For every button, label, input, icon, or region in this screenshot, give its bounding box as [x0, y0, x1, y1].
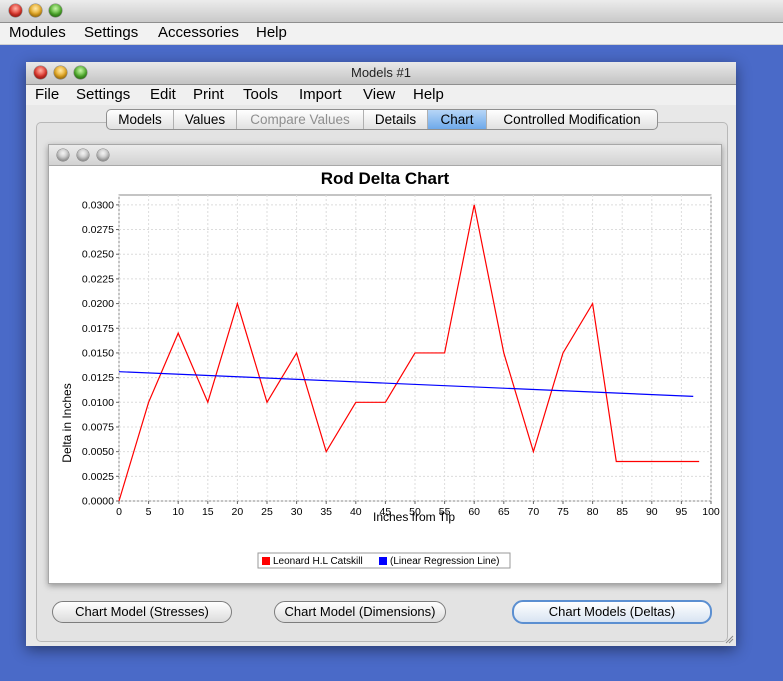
models-window: Models #1 File Settings Edit Print Tools… [26, 62, 736, 646]
y-tick-label: 0.0100 [82, 397, 114, 409]
x-tick-label: 40 [350, 506, 362, 518]
legend-label-regression: (Linear Regression Line) [390, 556, 500, 567]
menu-accessories[interactable]: Accessories [158, 24, 239, 41]
menu-import[interactable]: Import [299, 86, 342, 103]
y-tick-label: 0.0025 [82, 471, 114, 483]
y-tick-label: 0.0125 [82, 372, 114, 384]
x-tick-label: 65 [498, 506, 510, 518]
tab-models[interactable]: Models [107, 110, 174, 129]
y-axis-label: Delta in Inches [60, 383, 74, 462]
x-tick-label: 0 [116, 506, 122, 518]
app-titlebar [0, 0, 783, 23]
menu-modules[interactable]: Modules [9, 24, 66, 41]
x-tick-label: 70 [528, 506, 540, 518]
y-tick-label: 0.0225 [82, 273, 114, 285]
tab-controlled-modification[interactable]: Controlled Modification [487, 110, 657, 129]
x-tick-label: 95 [676, 506, 688, 518]
x-tick-label: 100 [702, 506, 720, 518]
legend-label-main: Leonard H.L Catskill [273, 556, 363, 567]
x-tick-label: 30 [291, 506, 303, 518]
menu-view[interactable]: View [363, 86, 395, 103]
x-tick-label: 80 [587, 506, 599, 518]
y-tick-label: 0.0075 [82, 421, 114, 433]
menu-settings[interactable]: Settings [84, 24, 138, 41]
chart-internal-frame: Rod Delta Chart 0 5 10 15 20 25 30 35 40 45 50 55 60… [48, 144, 722, 584]
y-tick-label: 0.0300 [82, 199, 114, 211]
window-menubar: File Settings Edit Print Tools Import Vi… [26, 85, 736, 105]
x-tick-label: 90 [646, 506, 658, 518]
x-tick-label: 5 [146, 506, 152, 518]
x-tick-label: 75 [557, 506, 569, 518]
menu-help[interactable]: Help [413, 86, 444, 103]
close-icon[interactable] [9, 4, 22, 17]
menu-print[interactable]: Print [193, 86, 224, 103]
tab-chart[interactable]: Chart [428, 110, 487, 129]
minimize-icon[interactable] [29, 4, 42, 17]
frame-zoom-icon[interactable] [97, 149, 109, 161]
menu-edit[interactable]: Edit [150, 86, 176, 103]
frame-minimize-icon[interactable] [77, 149, 89, 161]
window-title: Models #1 [351, 65, 411, 80]
x-tick-label: 60 [468, 506, 480, 518]
x-axis-label: Inches from Tip [373, 510, 455, 524]
frame-close-icon[interactable] [57, 149, 69, 161]
legend-swatch-regression [379, 557, 387, 565]
x-tick-label: 85 [616, 506, 628, 518]
x-tick-label: 10 [172, 506, 184, 518]
rod-delta-chart: Rod Delta Chart 0 5 10 15 20 25 30 35 40 45 50 55 60… [60, 169, 720, 569]
y-tick-label: 0.0050 [82, 446, 114, 458]
chart-deltas-button[interactable]: Chart Models (Deltas) [512, 600, 712, 624]
menu-help[interactable]: Help [256, 24, 287, 41]
menu-tools[interactable]: Tools [243, 86, 278, 103]
chart-legend: Leonard H.L Catskill (Linear Regression … [257, 552, 511, 569]
zoom-icon[interactable] [49, 4, 62, 17]
chart-frame-titlebar[interactable] [49, 145, 721, 166]
tab-bar: Models Values Compare Values Details Cha… [106, 109, 658, 130]
resize-grip-icon[interactable] [724, 634, 734, 644]
window-titlebar[interactable]: Models #1 [26, 62, 736, 85]
y-tick-label: 0.0250 [82, 249, 114, 261]
y-tick-label: 0.0275 [82, 224, 114, 236]
menu-settings[interactable]: Settings [76, 86, 130, 103]
chart-dimensions-button[interactable]: Chart Model (Dimensions) [274, 601, 446, 623]
app-menubar: Modules Settings Accessories Help [0, 23, 783, 45]
x-tick-label: 35 [320, 506, 332, 518]
chart-stresses-button[interactable]: Chart Model (Stresses) [52, 601, 232, 623]
tab-values[interactable]: Values [174, 110, 237, 129]
y-tick-label: 0.0200 [82, 298, 114, 310]
x-tick-label: 20 [232, 506, 244, 518]
x-tick-label: 15 [202, 506, 214, 518]
y-tick-label: 0.0150 [82, 347, 114, 359]
legend-swatch-main [262, 557, 270, 565]
menu-file[interactable]: File [35, 86, 59, 103]
tab-details[interactable]: Details [364, 110, 428, 129]
x-tick-label: 25 [261, 506, 273, 518]
tab-compare-values: Compare Values [237, 110, 364, 129]
y-tick-label: 0.0175 [82, 323, 114, 335]
chart-grid [118, 194, 712, 502]
chart-title: Rod Delta Chart [321, 169, 450, 188]
y-tick-label: 0.0000 [82, 496, 114, 508]
